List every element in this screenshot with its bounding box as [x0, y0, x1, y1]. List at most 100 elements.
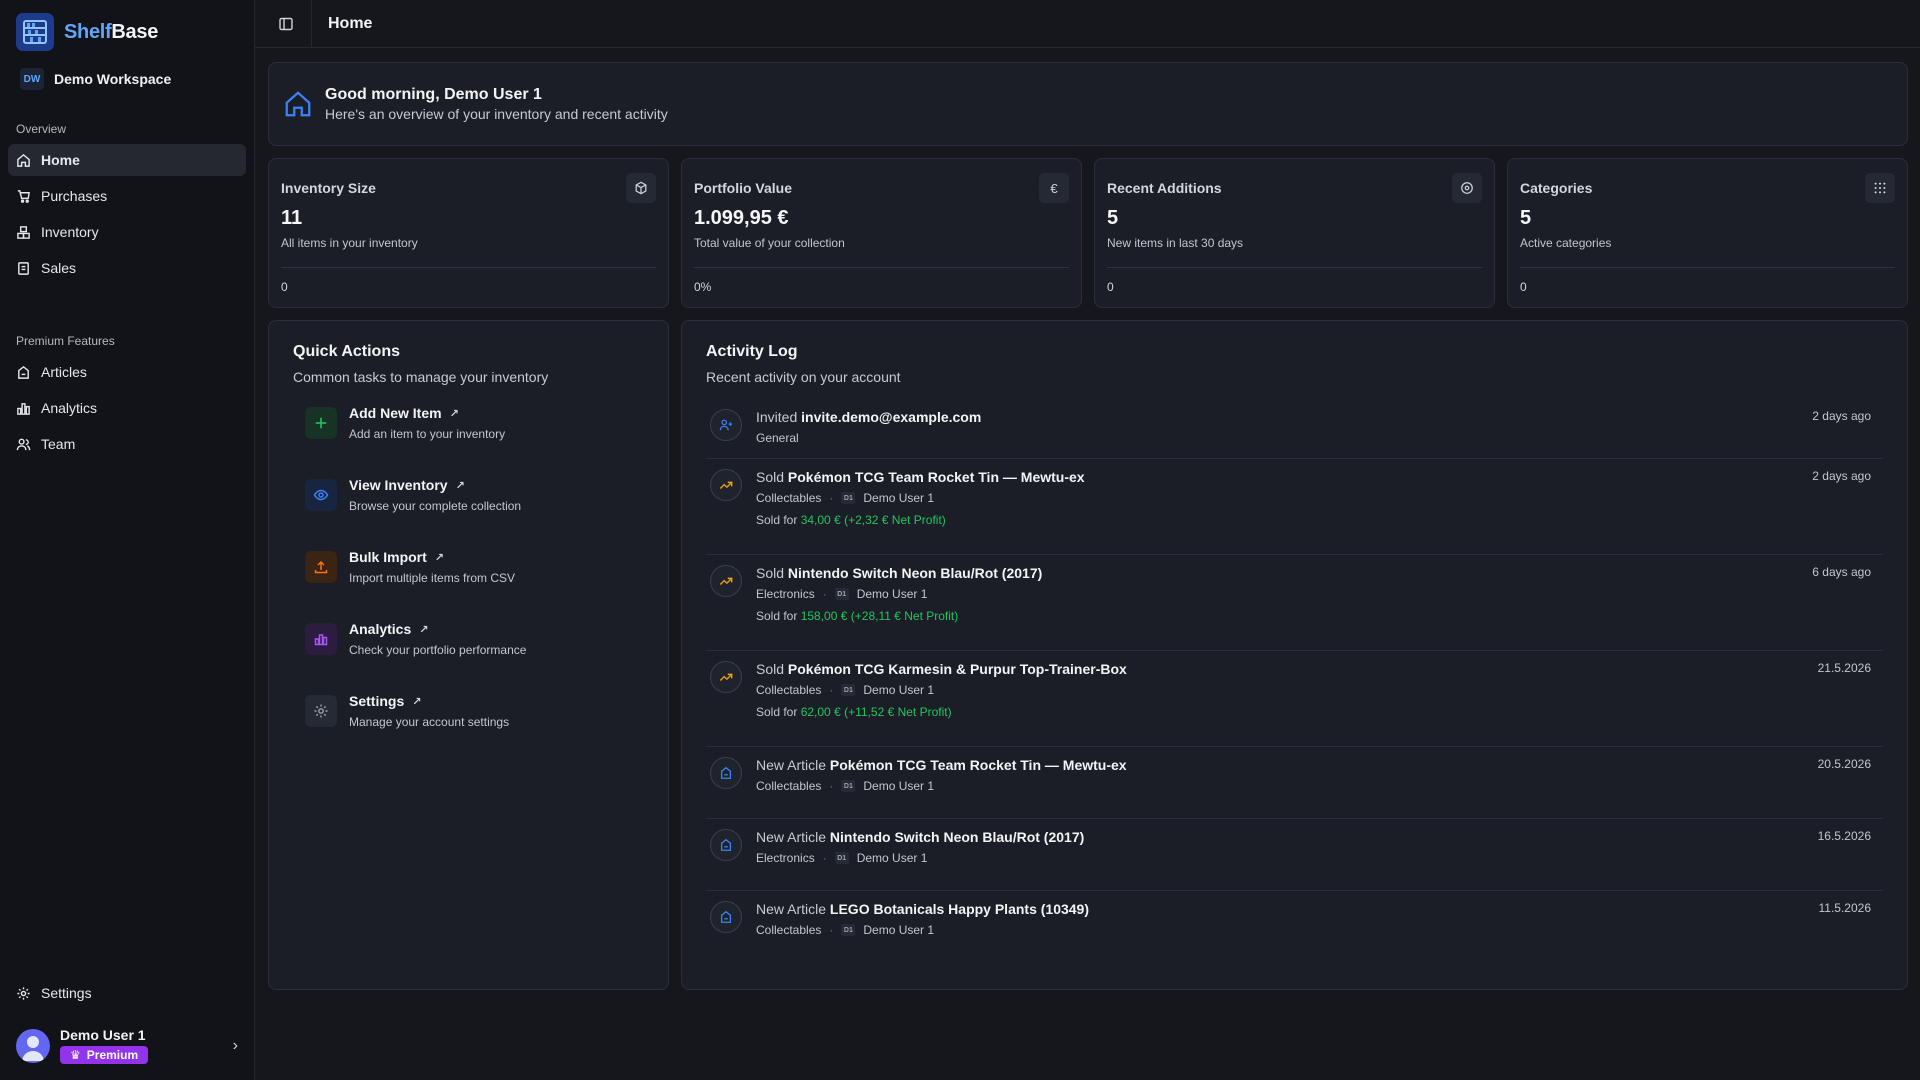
mini-avatar: D1 [841, 780, 856, 792]
external-link-icon: ↗ [434, 551, 444, 564]
activity-subject: LEGO Botanicals Happy Plants (10349) [829, 901, 1090, 917]
sidebar-item-label: Home [41, 152, 80, 168]
quick-action-name: Add New Item [349, 405, 442, 421]
sale-profit: (+28,11 € Net Profit) [850, 609, 959, 623]
user-menu[interactable]: Demo User 1 ♛ Premium › [8, 1021, 246, 1070]
sale-profit: (+11,52 € Net Profit) [844, 705, 952, 719]
trending-up-icon [710, 565, 742, 597]
sidebar-item-team[interactable]: Team [8, 428, 246, 460]
activity-list: Invited invite.demo@example.com General … [706, 399, 1883, 963]
quick-action-analytics[interactable]: Analytics ↗ Check your portfolio performa… [305, 621, 644, 693]
sidebar-toggle-button[interactable] [271, 9, 301, 39]
activity-user: Demo User 1 [863, 923, 935, 937]
stat-description: All items in your inventory [281, 236, 418, 250]
nav-overview: Overview Home Purchases Inventory Sales [8, 122, 246, 288]
activity-time: 16.5.2026 [1817, 829, 1871, 843]
activity-item: Sold Pokémon TCG Team Rocket Tin — Mewtu… [706, 459, 1883, 555]
activity-item: Sold Pokémon TCG Karmesin & Purpur Top-T… [706, 651, 1883, 747]
brand[interactable]: ShelfBase [8, 12, 246, 52]
stat-label: Inventory Size [281, 180, 376, 196]
home-icon [17, 153, 30, 167]
sidebar-item-analytics[interactable]: Analytics [8, 392, 246, 424]
quick-action-bulk-import[interactable]: Bulk Import ↗ Import multiple items from … [305, 549, 644, 621]
activity-item: Invited invite.demo@example.com General … [706, 399, 1883, 459]
sale-price: 158,00 € [800, 609, 848, 623]
trending-up-icon [710, 661, 742, 693]
activity-user: Demo User 1 [863, 491, 935, 505]
quick-action-settings[interactable]: Settings ↗ Manage your account settings [305, 693, 644, 765]
sidebar-item-label: Purchases [41, 188, 108, 204]
activity-category: Collectables [756, 923, 822, 937]
stat-card-portfolio-value: Portfolio Value € 1.099,95 € Total value… [681, 158, 1082, 308]
bar-chart-icon [17, 402, 30, 415]
activity-item: New Article Pokémon TCG Team Rocket Tin … [706, 747, 1883, 819]
activity-verb: Sold [756, 661, 785, 677]
external-link-icon: ↗ [412, 695, 422, 708]
activity-category: General [756, 431, 799, 445]
sidebar-item-label: Settings [41, 985, 92, 1001]
stat-label: Portfolio Value [694, 180, 793, 196]
nav-heading-overview: Overview [16, 122, 67, 136]
cart-icon [17, 189, 30, 203]
activity-category: Collectables [756, 491, 822, 505]
plus-icon [305, 407, 337, 439]
stat-footer: 0% [694, 267, 1069, 294]
article-icon [18, 365, 29, 379]
sidebar-item-purchases[interactable]: Purchases [8, 180, 246, 212]
stat-value: 11 [281, 207, 303, 229]
sidebar-item-label: Articles [41, 364, 87, 380]
workspace-switcher[interactable]: DW Demo Workspace [8, 66, 246, 92]
mini-avatar: D1 [841, 684, 856, 696]
lower-row: Quick Actions Common tasks to manage you… [268, 320, 1908, 990]
activity-user: Demo User 1 [863, 779, 935, 793]
stat-value: 1.099,95 € [694, 207, 789, 229]
activity-item: Sold Nintendo Switch Neon Blau/Rot (2017… [706, 555, 1883, 651]
quick-action-desc: Add an item to your inventory [349, 427, 506, 441]
sidebar-item-articles[interactable]: Articles [8, 356, 246, 388]
activity-log-title: Activity Log [706, 343, 798, 360]
quick-action-add-new-item[interactable]: Add New Item ↗ Add an item to your invent… [305, 405, 644, 477]
stat-footer: 0 [1107, 267, 1482, 294]
activity-verb: Sold [756, 565, 785, 581]
sidebar-item-inventory[interactable]: Inventory [8, 216, 246, 248]
activity-user: Demo User 1 [856, 587, 928, 601]
sidebar-item-home[interactable]: Home [8, 144, 246, 176]
team-icon [16, 438, 31, 450]
shelf-logo-icon [16, 13, 54, 51]
quick-action-name: Analytics [349, 621, 412, 637]
activity-log-subtitle: Recent activity on your account [706, 369, 901, 385]
activity-verb: New Article [756, 757, 827, 773]
quick-action-view-inventory[interactable]: View Inventory ↗ Browse your complete col… [305, 477, 644, 549]
activity-item: New Article Nintendo Switch Neon Blau/Ro… [706, 819, 1883, 891]
sale-price: 34,00 € [800, 513, 841, 527]
sidebar-item-settings[interactable]: Settings [8, 977, 246, 1009]
activity-time: 11.5.2026 [1818, 901, 1872, 915]
user-name: Demo User 1 [60, 1027, 146, 1043]
topbar: Home [255, 0, 1920, 48]
sidebar-item-label: Sales [41, 260, 77, 276]
mini-avatar: D1 [834, 852, 849, 864]
activity-subject: invite.demo@example.com [801, 409, 982, 425]
activity-verb: Invited [756, 409, 798, 425]
euro-icon: € [1039, 173, 1069, 203]
activity-verb: New Article [756, 901, 827, 917]
sidebar: ShelfBase DW Demo Workspace Overview Hom… [0, 0, 255, 1080]
workspace-badge: DW [20, 68, 44, 90]
activity-verb: Sold [756, 469, 785, 485]
separator-dot: · [822, 587, 827, 601]
stats-row: Inventory Size 11 All items in your inve… [268, 158, 1908, 308]
chevron-right-icon: › [232, 1036, 238, 1054]
page-title: Home [328, 14, 373, 32]
activity-category: Electronics [756, 587, 815, 601]
sidebar-item-sales[interactable]: Sales [8, 252, 246, 284]
sidebar-item-label: Analytics [41, 400, 98, 416]
crown-icon: ♛ [70, 1048, 81, 1062]
sidebar-item-label: Team [41, 436, 76, 452]
nav-heading-premium: Premium Features [16, 334, 115, 348]
sale-profit: (+2,32 € Net Profit) [844, 513, 946, 527]
activity-category: Collectables [756, 683, 822, 697]
stat-value: 5 [1107, 207, 1119, 229]
separator-dot: · [829, 779, 834, 793]
quick-action-desc: Browse your complete collection [349, 499, 522, 513]
premium-badge-label: Premium [86, 1048, 139, 1062]
